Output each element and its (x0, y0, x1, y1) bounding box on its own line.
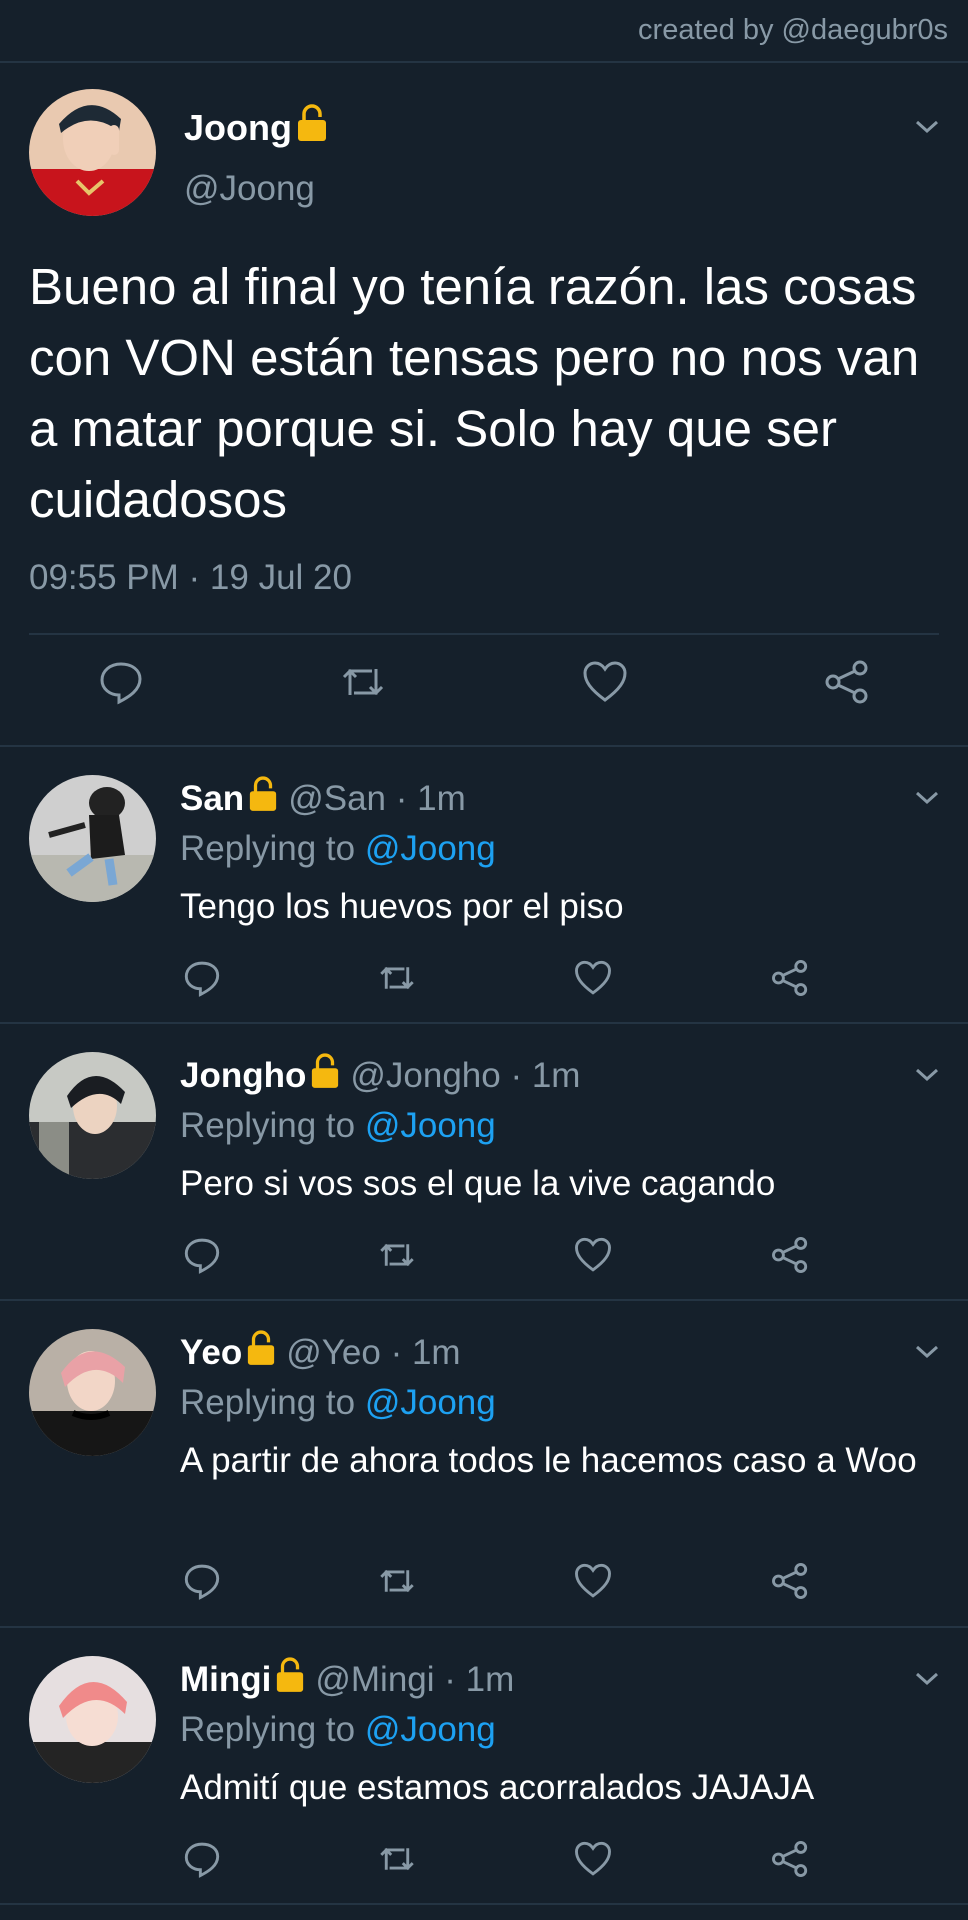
mention-link[interactable]: @Joong (365, 829, 496, 868)
avatar[interactable] (29, 1656, 156, 1783)
reply-text: Admití que estamos acorralados JAJAJA (180, 1768, 815, 1807)
retweet-icon[interactable] (378, 1236, 416, 1274)
author-handle[interactable]: @Yeo · 1m (286, 1333, 460, 1373)
like-icon[interactable] (574, 1840, 612, 1878)
chevron-down-icon[interactable] (914, 118, 940, 136)
reply-icon[interactable] (98, 659, 144, 705)
reply-tweet: Jongho @Jongho · 1m Replying to @Joong P… (0, 1024, 968, 1299)
reply-actions (0, 959, 968, 1003)
reply-icon[interactable] (183, 1236, 221, 1274)
credit-text: created by @daegubr0s (638, 14, 948, 46)
replying-prefix: Replying to (180, 1710, 365, 1749)
replying-prefix: Replying to (180, 1383, 365, 1422)
lock-icon (310, 1052, 340, 1099)
share-icon[interactable] (771, 959, 809, 997)
share-icon[interactable] (771, 1236, 809, 1274)
reply-icon[interactable] (183, 1840, 221, 1878)
reply-header: Mingi @Mingi · 1m (180, 1656, 514, 1703)
author-handle[interactable]: @Mingi · 1m (315, 1660, 514, 1700)
tweet-actions (0, 659, 968, 719)
author-name[interactable]: Joong (184, 103, 328, 152)
reply-text: A partir de ahora todos le hacemos caso … (180, 1441, 917, 1480)
author-name[interactable]: Mingi (180, 1660, 271, 1700)
like-icon[interactable] (574, 959, 612, 997)
chevron-down-icon[interactable] (914, 1066, 940, 1084)
author-name[interactable]: San (180, 779, 244, 819)
reply-text: Tengo los huevos por el piso (180, 887, 624, 926)
mention-link[interactable]: @Joong (365, 1710, 496, 1749)
avatar[interactable] (29, 89, 156, 216)
divider (29, 633, 939, 635)
like-icon[interactable] (582, 659, 628, 705)
reply-header: San @San · 1m (180, 775, 466, 822)
retweet-icon[interactable] (378, 959, 416, 997)
reply-tweet: San @San · 1m Replying to @Joong Tengo l… (0, 747, 968, 1022)
author-handle[interactable]: @San · 1m (288, 779, 466, 819)
mention-link[interactable]: @Joong (365, 1106, 496, 1145)
author-handle[interactable]: @Joong (184, 169, 315, 209)
chevron-down-icon[interactable] (914, 1670, 940, 1688)
replying-to: Replying to @Joong (180, 1710, 496, 1750)
reply-icon[interactable] (183, 1562, 221, 1600)
replying-to: Replying to @Joong (180, 1106, 496, 1146)
replying-to: Replying to @Joong (180, 829, 496, 869)
author-name[interactable]: Yeo (180, 1333, 242, 1373)
lock-icon (275, 1656, 305, 1703)
chevron-down-icon[interactable] (914, 1343, 940, 1361)
lock-icon (296, 103, 328, 152)
reply-header: Jongho @Jongho · 1m (180, 1052, 580, 1099)
replying-prefix: Replying to (180, 829, 365, 868)
share-icon[interactable] (824, 659, 870, 705)
lock-icon (248, 775, 278, 822)
like-icon[interactable] (574, 1562, 612, 1600)
replying-to: Replying to @Joong (180, 1383, 496, 1423)
share-icon[interactable] (771, 1840, 809, 1878)
main-tweet: Joong @Joong Bueno al final yo tenía raz… (0, 63, 968, 745)
tweet-timestamp: 09:55 PM · 19 Jul 20 (29, 558, 352, 597)
author-handle[interactable]: @Jongho · 1m (350, 1056, 580, 1096)
reply-tweet: Mingi @Mingi · 1m Replying to @Joong Adm… (0, 1628, 968, 1903)
reply-text: Pero si vos sos el que la vive cagando (180, 1164, 776, 1203)
lock-icon (246, 1329, 276, 1376)
avatar[interactable] (29, 1052, 156, 1179)
reply-actions (0, 1562, 968, 1606)
reply-tweet: Yeo @Yeo · 1m Replying to @Joong A parti… (0, 1301, 968, 1626)
share-icon[interactable] (771, 1562, 809, 1600)
retweet-icon[interactable] (378, 1562, 416, 1600)
retweet-icon[interactable] (340, 659, 386, 705)
avatar[interactable] (29, 1329, 156, 1456)
retweet-icon[interactable] (378, 1840, 416, 1878)
avatar[interactable] (29, 775, 156, 902)
author-name-text: Joong (184, 106, 292, 148)
chevron-down-icon[interactable] (914, 789, 940, 807)
reply-actions (0, 1840, 968, 1884)
author-name[interactable]: Jongho (180, 1056, 306, 1096)
tweet-text: Bueno al final yo tenía razón. las cosas… (29, 258, 920, 528)
like-icon[interactable] (574, 1236, 612, 1274)
replying-prefix: Replying to (180, 1106, 365, 1145)
divider (0, 1903, 968, 1905)
mention-link[interactable]: @Joong (365, 1383, 496, 1422)
reply-header: Yeo @Yeo · 1m (180, 1329, 461, 1376)
reply-actions (0, 1236, 968, 1280)
reply-icon[interactable] (183, 959, 221, 997)
